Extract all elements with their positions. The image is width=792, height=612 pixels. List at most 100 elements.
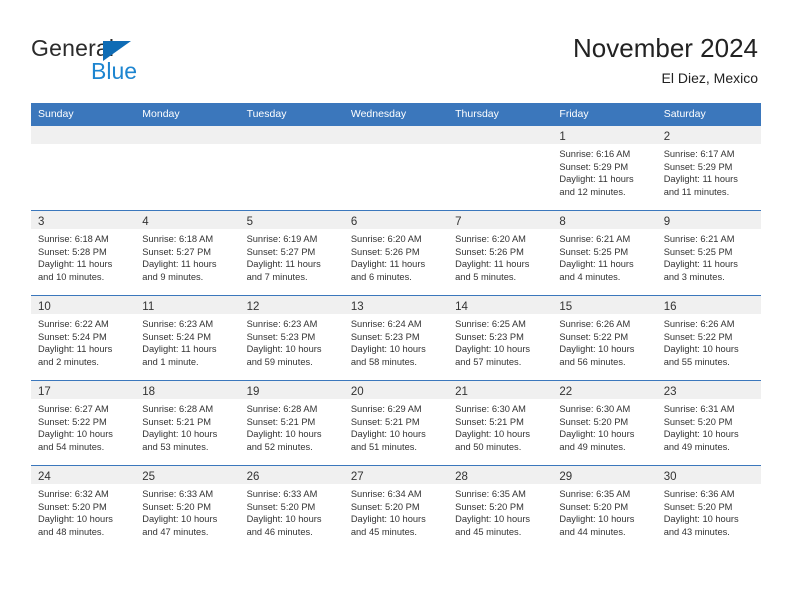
calendar-day-cell[interactable]: 11 Sunrise: 6:23 AM Sunset: 5:24 PM Dayligh… <box>135 295 240 381</box>
day-detail-line: Daylight: 10 hours <box>455 514 531 525</box>
day-number: 3 <box>38 216 45 228</box>
day-detail-line: Sunrise: 6:21 AM <box>663 234 735 244</box>
calendar-day-cell[interactable]: 20 Sunrise: 6:29 AM Sunset: 5:21 PM Dayligh… <box>343 380 449 466</box>
day-number: 19 <box>246 386 260 398</box>
day-detail-line: Sunrise: 6:26 AM <box>663 319 735 329</box>
calendar-day-cell[interactable]: 9 Sunrise: 6:21 AM Sunset: 5:25 PM Daylight… <box>656 210 761 296</box>
day-detail-line: Sunset: 5:25 PM <box>663 246 733 257</box>
calendar-day-cell[interactable]: 24 Sunrise: 6:32 AM Sunset: 5:20 PM Dayligh… <box>31 465 136 550</box>
day-details: Sunrise: 6:19 AM Sunset: 5:27 PM Daylight:… <box>240 229 344 283</box>
day-number: 18 <box>142 386 156 398</box>
calendar-grid: Sunday Monday Tuesday Wednesday Thursday Frid… <box>31 103 761 550</box>
day-details: Sunrise: 6:22 AM Sunset: 5:24 PM Daylight:… <box>31 314 135 368</box>
calendar-day-cell[interactable]: 1 Sunrise: 6:16 AM Sunset: 5:29 PM Daylight… <box>552 125 657 211</box>
day-details: Sunrise: 6:25 AM Sunset: 5:23 PM Daylight:… <box>448 314 552 368</box>
day-detail-line: Sunrise: 6:33 AM <box>142 489 214 499</box>
day-details: Sunrise: 6:16 AM Sunset: 5:29 PM Daylight:… <box>552 144 656 198</box>
day-detail-line: and 55 minutes. <box>663 356 730 367</box>
day-number-band: 19 <box>239 381 344 399</box>
day-number-band: 11 <box>135 296 240 314</box>
day-details: Sunrise: 6:18 AM Sunset: 5:28 PM Daylight:… <box>31 229 135 283</box>
day-details: Sunrise: 6:30 AM Sunset: 5:20 PM Daylight:… <box>552 399 656 453</box>
day-number-band: 23 <box>656 381 761 399</box>
day-number-band: 16 <box>656 296 761 314</box>
day-detail-line: Sunset: 5:23 PM <box>246 331 316 342</box>
calendar-day-cell[interactable]: 18 Sunrise: 6:28 AM Sunset: 5:21 PM Dayligh… <box>135 380 240 466</box>
day-details: Sunrise: 6:32 AM Sunset: 5:20 PM Daylight:… <box>31 484 135 538</box>
day-detail-line: and 49 minutes. <box>663 441 730 452</box>
calendar-day-cell[interactable]: 27 Sunrise: 6:34 AM Sunset: 5:20 PM Dayligh… <box>343 465 449 550</box>
day-detail-line: Sunrise: 6:31 AM <box>663 404 735 414</box>
day-detail-line: and 4 minutes. <box>559 271 621 282</box>
calendar-day-cell[interactable]: 13 Sunrise: 6:24 AM Sunset: 5:23 PM Dayligh… <box>343 295 449 381</box>
day-detail-line: Sunset: 5:23 PM <box>455 331 524 342</box>
calendar-day-cell[interactable]: 21 Sunrise: 6:30 AM Sunset: 5:21 PM Dayligh… <box>448 380 553 466</box>
day-number: 6 <box>350 216 358 228</box>
day-number-band <box>135 126 240 144</box>
day-number-band: 10 <box>31 296 136 314</box>
calendar-day-cell[interactable]: 2 Sunrise: 6:17 AM Sunset: 5:29 PM Daylight… <box>656 125 761 211</box>
day-detail-line: Sunrise: 6:23 AM <box>142 319 214 329</box>
day-number: 13 <box>350 301 364 313</box>
day-details: Sunrise: 6:35 AM Sunset: 5:20 PM Daylight:… <box>552 484 656 538</box>
calendar-day-cell[interactable]: 8 Sunrise: 6:21 AM Sunset: 5:25 PM Daylight… <box>552 210 657 296</box>
calendar-day-cell[interactable]: 6 Sunrise: 6:20 AM Sunset: 5:26 PM Daylight… <box>343 210 449 296</box>
day-detail-line: and 49 minutes. <box>559 441 626 452</box>
calendar-day-cell[interactable]: 16 Sunrise: 6:26 AM Sunset: 5:22 PM Dayligh… <box>656 295 761 381</box>
calendar-day-cell[interactable]: 4 Sunrise: 6:18 AM Sunset: 5:27 PM Daylight… <box>135 210 240 296</box>
calendar-day-cell[interactable]: 3 Sunrise: 6:18 AM Sunset: 5:28 PM Daylight… <box>31 210 136 296</box>
day-number-band: 8 <box>552 211 657 229</box>
calendar-day-cell[interactable]: 17 Sunrise: 6:27 AM Sunset: 5:22 PM Dayligh… <box>31 380 136 466</box>
general-blue-logo[interactable]: General Blue <box>31 36 211 86</box>
calendar-day-cell[interactable]: 25 Sunrise: 6:33 AM Sunset: 5:20 PM Dayligh… <box>135 465 240 550</box>
day-detail-line: and 10 minutes. <box>38 271 105 282</box>
day-details: Sunrise: 6:33 AM Sunset: 5:20 PM Daylight:… <box>240 484 344 538</box>
day-number: 16 <box>663 301 677 313</box>
day-detail-line: Sunrise: 6:33 AM <box>246 489 318 499</box>
day-details: Sunrise: 6:26 AM Sunset: 5:22 PM Daylight:… <box>657 314 761 368</box>
calendar-day-cell[interactable]: 28 Sunrise: 6:35 AM Sunset: 5:20 PM Dayligh… <box>448 465 553 550</box>
day-details: Sunrise: 6:20 AM Sunset: 5:26 PM Daylight:… <box>448 229 552 283</box>
calendar-day-cell[interactable]: 19 Sunrise: 6:28 AM Sunset: 5:21 PM Dayligh… <box>239 380 344 466</box>
day-detail-line: and 53 minutes. <box>142 441 209 452</box>
day-detail-line: Daylight: 11 hours <box>559 174 634 185</box>
day-detail-line: Daylight: 10 hours <box>663 429 739 440</box>
calendar-day-cell[interactable]: 7 Sunrise: 6:20 AM Sunset: 5:26 PM Daylight… <box>448 210 553 296</box>
calendar-day-cell[interactable]: 10 Sunrise: 6:22 AM Sunset: 5:24 PM Dayligh… <box>31 295 136 381</box>
day-details: Sunrise: 6:23 AM Sunset: 5:23 PM Daylight:… <box>240 314 344 368</box>
day-detail-line: Sunrise: 6:19 AM <box>246 234 318 244</box>
weekday-header-monday: Monday <box>135 103 240 126</box>
day-number: 22 <box>559 386 573 398</box>
day-detail-line: Sunrise: 6:35 AM <box>455 489 526 499</box>
day-number-band: 29 <box>552 466 657 484</box>
day-detail-line: Sunrise: 6:20 AM <box>455 234 526 244</box>
calendar-day-cell[interactable]: 15 Sunrise: 6:26 AM Sunset: 5:22 PM Dayligh… <box>552 295 657 381</box>
calendar-day-cell[interactable]: 29 Sunrise: 6:35 AM Sunset: 5:20 PM Dayligh… <box>552 465 657 550</box>
day-details: Sunrise: 6:26 AM Sunset: 5:22 PM Daylight:… <box>552 314 656 368</box>
calendar-day-cell-empty <box>343 125 449 211</box>
day-number: 12 <box>246 301 260 313</box>
calendar-day-cell[interactable]: 23 Sunrise: 6:31 AM Sunset: 5:20 PM Dayligh… <box>656 380 761 466</box>
calendar-day-cell[interactable]: 22 Sunrise: 6:30 AM Sunset: 5:20 PM Dayligh… <box>552 380 657 466</box>
day-details <box>135 144 239 148</box>
day-detail-line: and 5 minutes. <box>455 271 517 282</box>
day-detail-line: Sunset: 5:23 PM <box>350 331 420 342</box>
day-detail-line: Sunrise: 6:23 AM <box>246 319 318 329</box>
day-details <box>31 144 135 148</box>
day-number-band: 17 <box>31 381 136 399</box>
day-detail-line: Sunset: 5:21 PM <box>455 416 524 427</box>
calendar-week-row: 3 Sunrise: 6:18 AM Sunset: 5:28 PM Daylight… <box>31 210 761 296</box>
day-detail-line: Sunset: 5:20 PM <box>38 501 107 512</box>
calendar-day-cell[interactable]: 5 Sunrise: 6:19 AM Sunset: 5:27 PM Daylight… <box>239 210 344 296</box>
day-detail-line: and 58 minutes. <box>350 356 417 367</box>
calendar-day-cell[interactable]: 26 Sunrise: 6:33 AM Sunset: 5:20 PM Dayligh… <box>239 465 344 550</box>
calendar-day-cell-empty <box>448 125 553 211</box>
calendar-day-cell[interactable]: 12 Sunrise: 6:23 AM Sunset: 5:23 PM Dayligh… <box>239 295 344 381</box>
day-number-band: 7 <box>448 211 553 229</box>
day-number: 27 <box>350 471 364 483</box>
calendar-day-cell[interactable]: 14 Sunrise: 6:25 AM Sunset: 5:23 PM Dayligh… <box>448 295 553 381</box>
calendar-day-cell[interactable]: 30 Sunrise: 6:36 AM Sunset: 5:20 PM Dayligh… <box>656 465 761 550</box>
calendar-week-row: 10 Sunrise: 6:22 AM Sunset: 5:24 PM Dayligh… <box>31 295 761 381</box>
calendar-day-cell-empty <box>31 125 136 211</box>
day-number-band: 26 <box>239 466 344 484</box>
